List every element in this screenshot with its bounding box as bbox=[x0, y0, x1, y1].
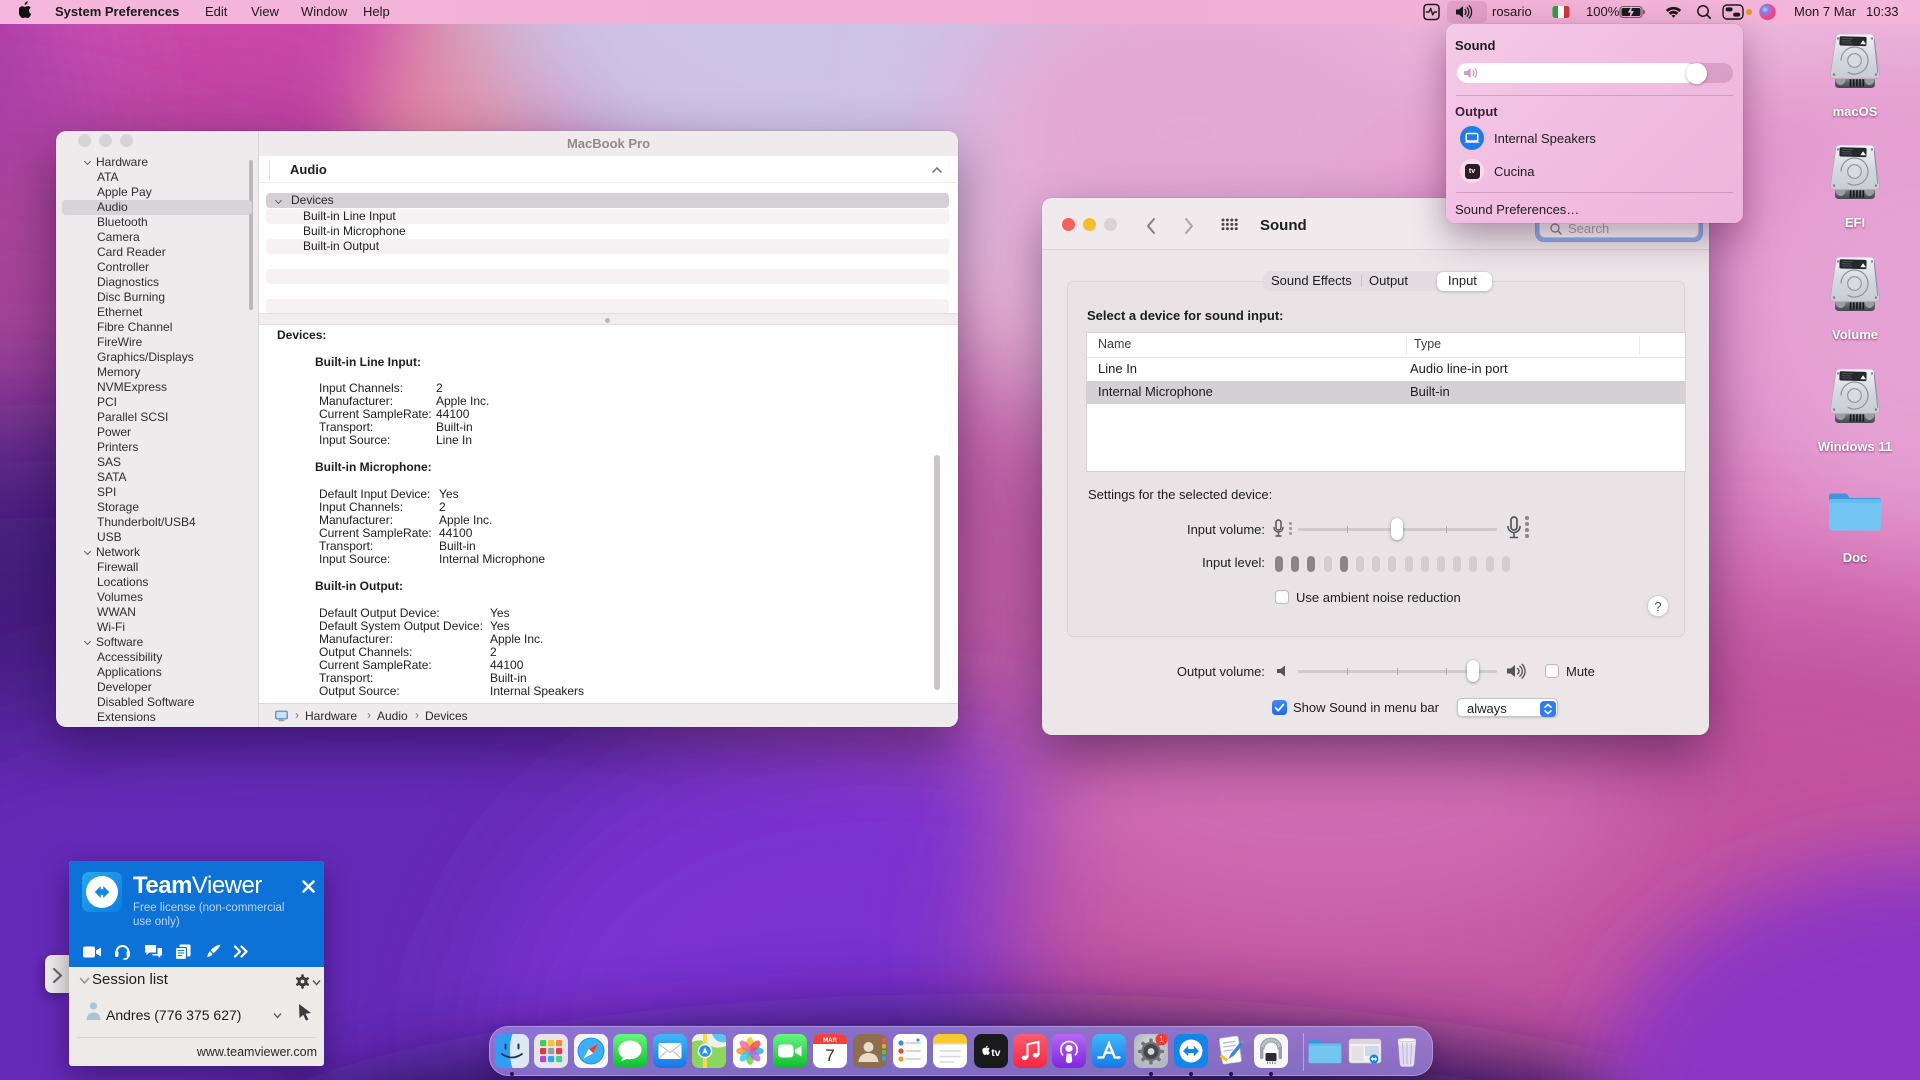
svg-text:tv: tv bbox=[991, 1047, 1000, 1059]
svg-text:MAR: MAR bbox=[823, 1038, 837, 1044]
svg-text:1: 1 bbox=[1159, 1035, 1164, 1044]
svg-text:7: 7 bbox=[825, 1046, 834, 1065]
